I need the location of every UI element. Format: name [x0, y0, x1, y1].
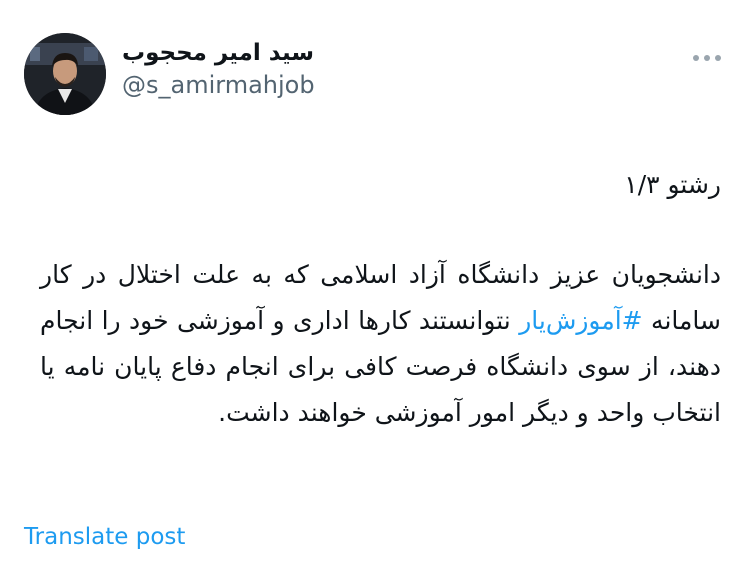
tweet-header: سید امیر محجوب @s_amirmahjob: [22, 30, 724, 120]
hashtag-link[interactable]: #آموزش‌یار: [519, 306, 642, 335]
more-horizontal-icon: [693, 55, 721, 61]
avatar[interactable]: [24, 33, 106, 115]
author-handle[interactable]: @s_amirmahjob: [122, 68, 315, 102]
avatar-photo: [24, 33, 106, 115]
author-names: سید امیر محجوب @s_amirmahjob: [122, 38, 315, 102]
author-display-name[interactable]: سید امیر محجوب: [122, 38, 315, 68]
thread-label: رشتو ۱/۳: [624, 170, 721, 199]
more-options-button[interactable]: [690, 46, 724, 70]
tweet-text: دانشجویان عزیز دانشگاه آزاد اسلامی که به…: [40, 252, 721, 436]
translate-post-link[interactable]: Translate post: [24, 522, 185, 552]
